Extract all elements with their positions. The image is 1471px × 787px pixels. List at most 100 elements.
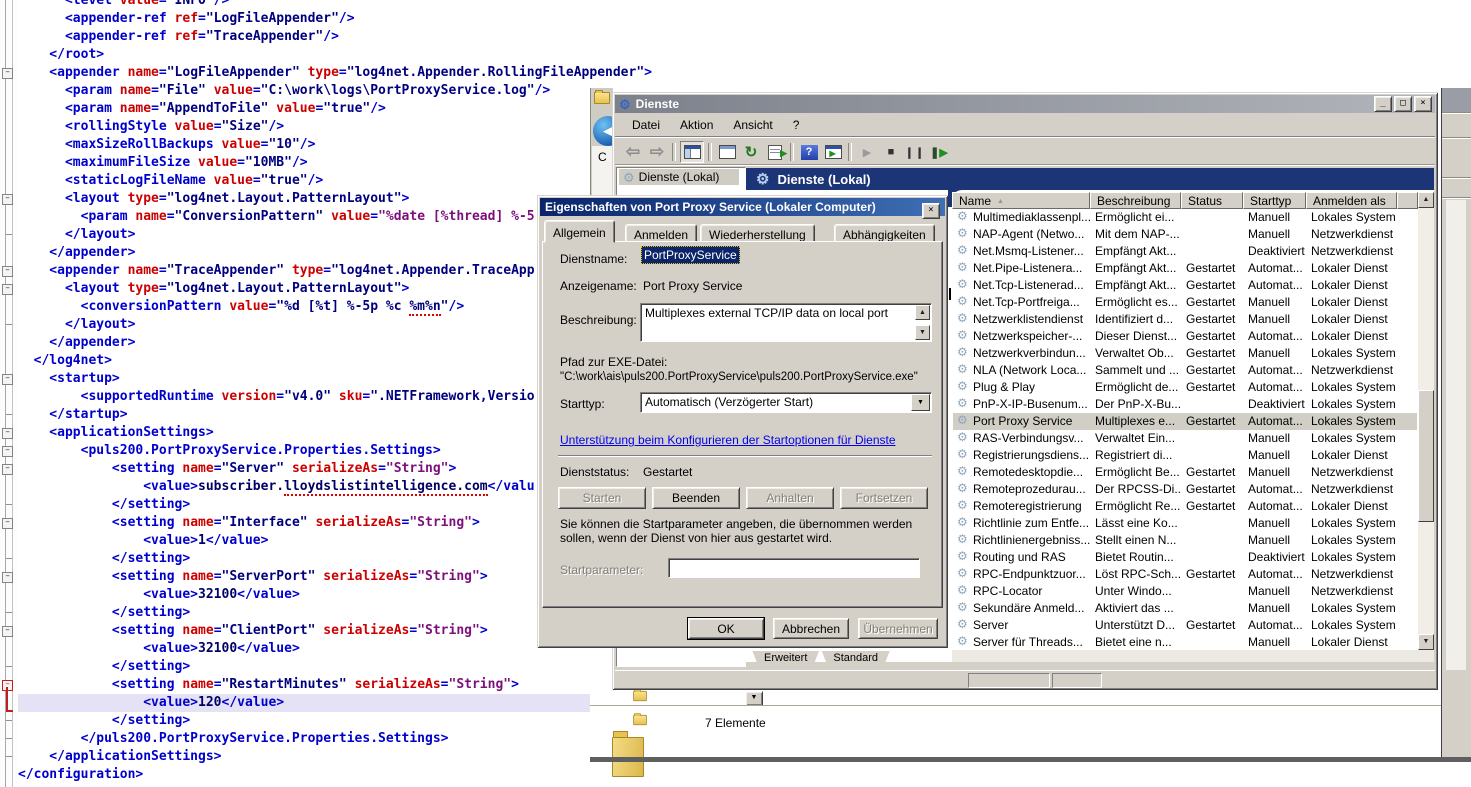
minimize-button[interactable]: _ — [1374, 96, 1392, 112]
properties-icon[interactable] — [716, 142, 738, 162]
tab-allgemein[interactable]: Allgemein — [544, 220, 615, 243]
back-icon[interactable]: ◀ — [593, 116, 613, 146]
scrollbar-thumb[interactable] — [1418, 390, 1434, 522]
service-row[interactable]: ⚙Multimediaklassenpl...Ermöglicht ei...M… — [953, 209, 1417, 226]
abbrechen-button[interactable]: Abbrechen — [773, 618, 849, 639]
service-row[interactable]: ⚙Sekundäre Anmeld...Aktiviert das ...Man… — [953, 600, 1417, 617]
service-row[interactable]: ⚙Plug & PlayErmöglicht de...GestartetAut… — [953, 379, 1417, 396]
column-header-status[interactable]: Status — [1181, 192, 1243, 209]
service-name-cell: Netzwerkspeicher-... — [973, 328, 1091, 345]
service-row[interactable]: ⚙ServerUnterstützt D...GestartetAutomat.… — [953, 617, 1417, 634]
service-row[interactable]: ⚙NetzwerklistendienstIdentifiziert d...G… — [953, 311, 1417, 328]
view-tab-erweitert[interactable]: Erweitert — [752, 650, 819, 668]
service-row[interactable]: ⚙Net.Pipe-Listenera...Empfängt Akt...Ges… — [953, 260, 1417, 277]
anzeigename-label: Anzeigename: — [560, 279, 637, 293]
tree-item-dienste-lokal[interactable]: ⚙ Dienste (Lokal) — [619, 169, 739, 185]
services-window-titlebar[interactable]: ⚙ Dienste _ □ × — [615, 95, 1435, 113]
stop-service-icon[interactable]: ■ — [880, 142, 902, 162]
service-row[interactable]: ⚙Registrierungsdiens...Registriert di...… — [953, 447, 1417, 464]
column-header-beschreibung[interactable]: Beschreibung — [1090, 192, 1181, 209]
chevron-down-icon[interactable]: ▼ — [745, 691, 763, 706]
code-line: <value>32100</value> — [18, 640, 300, 658]
menu-item-datei[interactable]: Datei — [623, 116, 669, 134]
close-button[interactable]: × — [1414, 96, 1432, 112]
tree-item-label: Dienste (Lokal) — [639, 170, 720, 184]
code-line: <appender name="LogFileAppender" type="l… — [18, 64, 652, 82]
dialog-titlebar[interactable]: Eigenschaften von Port Proxy Service (Lo… — [540, 198, 945, 216]
service-row[interactable]: ⚙PnP-X-IP-Busenum...Der PnP-X-Bu...Deakt… — [953, 396, 1417, 413]
service-row[interactable]: ⚙Richtlinienergebniss...Stellt einen N..… — [953, 532, 1417, 549]
export-list-icon[interactable]: ▶ — [764, 142, 786, 162]
service-row[interactable]: ⚙RPC-LocatorUnter Windo...ManuellNetzwer… — [953, 583, 1417, 600]
menu-item-aktion[interactable]: Aktion — [671, 116, 722, 134]
service-row[interactable]: ⚙Richtlinie zum Entfe...Lässt eine Ko...… — [953, 515, 1417, 532]
service-row[interactable]: ⚙NAP-Agent (Netwo...Mit dem NAP-...Manue… — [953, 226, 1417, 243]
extended-view-icon[interactable]: ▶ — [822, 142, 844, 162]
gear-icon: ⚙ — [756, 173, 769, 186]
service-row[interactable]: ⚙RPC-Endpunktzuor...Löst RPC-Sch...Gesta… — [953, 566, 1417, 583]
scroll-down-icon[interactable]: ▼ — [915, 325, 930, 340]
startparameter-field[interactable] — [668, 558, 920, 578]
vertical-scrollbar[interactable]: ▲ ▼ — [1418, 192, 1434, 650]
code-line: <setting name="Interface" serializeAs="S… — [18, 514, 480, 532]
sort-ascending-icon: ▲ — [997, 198, 1004, 205]
menu-item-ansicht[interactable]: Ansicht — [724, 116, 781, 134]
code-line: <level value="INFO"/> — [18, 0, 229, 10]
ok-button[interactable]: OK — [688, 618, 764, 639]
starttyp-combobox[interactable]: Automatisch (Verzögerter Start) ▼ — [640, 392, 932, 413]
service-anmelden-cell: Lokales System — [1311, 413, 1415, 430]
code-line: </applicationSettings> — [18, 748, 222, 766]
show-console-tree-icon[interactable] — [680, 141, 704, 163]
maximize-button[interactable]: □ — [1394, 96, 1412, 112]
service-row[interactable]: ⚙Netzwerkverbindun...Verwaltet Ob...Gest… — [953, 345, 1417, 362]
service-row[interactable]: ⚙NLA (Network Loca...Sammelt und ...Gest… — [953, 362, 1417, 379]
forward-icon[interactable]: ⇨ — [646, 142, 668, 162]
explorer-status-text: 7 Elemente — [705, 716, 766, 730]
service-row[interactable]: ⚙RAS-Verbindungsv...Verwaltet Ein...Manu… — [953, 430, 1417, 447]
close-icon[interactable]: × — [922, 203, 940, 219]
service-desc-cell: Empfängt Akt... — [1095, 243, 1181, 260]
service-row[interactable]: ⚙Net.Tcp-Portfreiga...Ermöglicht es...Ge… — [953, 294, 1417, 311]
service-row[interactable]: ⚙Port Proxy ServiceMultiplexes e...Gesta… — [953, 413, 1417, 430]
startoptionen-link[interactable]: Unterstützung beim Konfigurieren der Sta… — [560, 433, 896, 447]
service-row[interactable]: ⚙Remoteprozedurau...Der RPCSS-Di...Gesta… — [953, 481, 1417, 498]
service-row[interactable]: ⚙Routing und RASBietet Routin...Deaktivi… — [953, 549, 1417, 566]
service-row[interactable]: ⚙Net.Tcp-Listenerad...Empfängt Akt...Ges… — [953, 277, 1417, 294]
service-gear-icon: ⚙ — [957, 431, 968, 444]
explorer-window-bottom: ▼ 7 Elemente — [590, 690, 1471, 762]
service-anmelden-cell: Lokales System — [1311, 617, 1415, 634]
beenden-button[interactable]: Beenden — [652, 487, 740, 509]
service-name-cell: Netzwerkverbindun... — [973, 345, 1091, 362]
list-bottom-strip — [952, 650, 1434, 662]
scroll-up-icon[interactable]: ▲ — [1418, 192, 1434, 208]
restart-service-icon[interactable]: ❚▶ — [928, 142, 950, 162]
service-desc-cell: Empfängt Akt... — [1095, 277, 1181, 294]
dienstname-value[interactable]: PortProxyService — [641, 248, 740, 262]
service-row[interactable]: ⚙Net.Msmq-Listener...Empfängt Akt...Deak… — [953, 243, 1417, 260]
beschreibung-textbox[interactable]: Multiplexes external TCP/IP data on loca… — [640, 303, 932, 342]
service-row[interactable]: ⚙RemoteregistrierungErmöglicht Re...Gest… — [953, 498, 1417, 515]
pause-service-icon[interactable]: ❙❙ — [904, 142, 926, 162]
service-row[interactable]: ⚙Netzwerkspeicher-...Dieser Dienst...Ges… — [953, 328, 1417, 345]
menu-item-?[interactable]: ? — [784, 116, 809, 134]
column-header-starttyp[interactable]: Starttyp — [1243, 192, 1306, 209]
help-icon[interactable]: ? — [798, 142, 820, 162]
code-line: <maxSizeRollBackups value="10"/> — [18, 136, 315, 154]
scroll-down-icon[interactable]: ▼ — [1418, 634, 1434, 650]
service-row[interactable]: ⚙Server für Threads...Bietet eine n...Ma… — [953, 634, 1417, 651]
service-anmelden-cell: Netzwerkdienst — [1311, 243, 1415, 260]
scroll-up-icon[interactable]: ▲ — [915, 305, 930, 320]
start-service-icon[interactable]: ▶ — [856, 142, 878, 162]
service-name-cell: Registrierungsdiens... — [973, 447, 1091, 464]
column-header-anmelden-als[interactable]: Anmelden als — [1306, 192, 1397, 209]
service-row[interactable]: ⚙Remotedesktopdie...Ermöglicht Be...Gest… — [953, 464, 1417, 481]
code-line: <value>subscriber.lloydslistintelligence… — [18, 478, 535, 496]
service-anmelden-cell: Netzwerkdienst — [1311, 566, 1415, 583]
scrollbar-track[interactable] — [1446, 200, 1466, 670]
refresh-icon[interactable]: ↻ — [740, 142, 762, 162]
column-header-name[interactable]: Name▲ — [952, 192, 1090, 209]
back-icon[interactable]: ⇦ — [622, 142, 644, 162]
chevron-down-icon[interactable]: ▼ — [911, 394, 930, 411]
view-tab-standard[interactable]: Standard — [821, 650, 890, 668]
services-app-icon: ⚙ — [619, 98, 631, 111]
